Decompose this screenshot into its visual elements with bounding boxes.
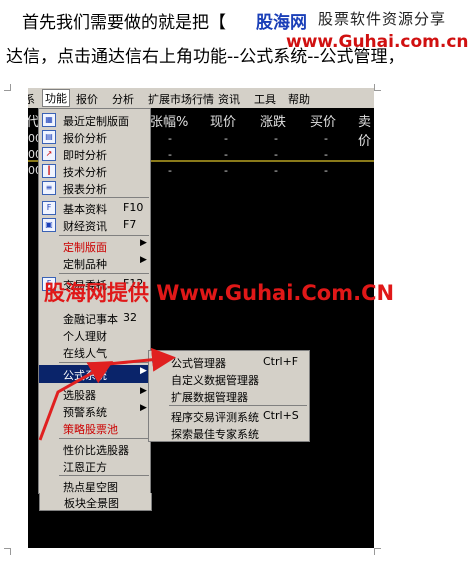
watermark-text: 股海网提供 Www.Guhai.Com.CN (44, 281, 395, 305)
arrow-to-formula-manager (107, 347, 176, 372)
arrow-to-formula-system (38, 361, 114, 441)
